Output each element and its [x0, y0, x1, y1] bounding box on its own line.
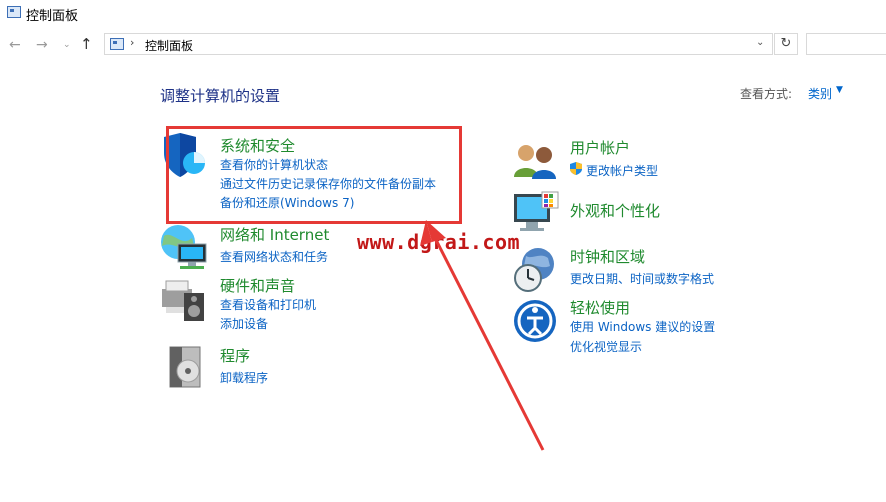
annotation-arrow-icon: [420, 220, 545, 451]
